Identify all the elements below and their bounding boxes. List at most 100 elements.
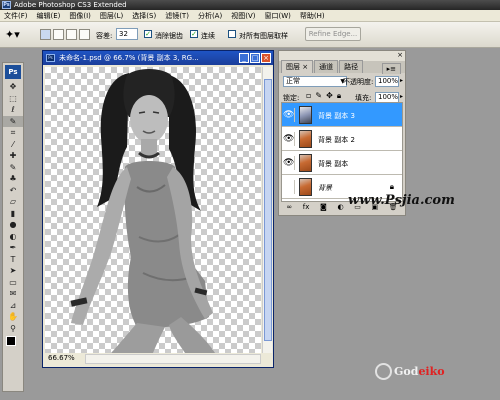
menu-file[interactable]: 文件(F) bbox=[4, 11, 28, 21]
contiguous-checkbox[interactable]: ✓ bbox=[190, 30, 198, 38]
type-icon[interactable]: T bbox=[3, 254, 23, 266]
watermark-text-a: God bbox=[394, 364, 419, 378]
watermark-logo-icon bbox=[375, 362, 392, 380]
menu-layer[interactable]: 图层(L) bbox=[100, 11, 123, 21]
adjustment-icon[interactable]: ◐ bbox=[337, 203, 343, 211]
horizontal-scrollbar[interactable] bbox=[85, 354, 261, 364]
layer-list: 👁︎ 背景 副本 3 👁︎ 背景 副本 2 👁︎ 背景 副本 👁︎ 背景 🔒︎ bbox=[281, 102, 403, 202]
mask-icon[interactable]: ◙ bbox=[320, 203, 327, 211]
blur-icon[interactable]: ● bbox=[3, 219, 23, 231]
layer-row[interactable]: 👁︎ 背景 副本 2 bbox=[282, 127, 402, 151]
minimize-icon[interactable]: _ bbox=[239, 53, 249, 63]
magic-wand-icon[interactable]: ✎ bbox=[3, 115, 23, 127]
path-selection-icon[interactable]: ➤ bbox=[3, 265, 23, 277]
new-selection-mode-button[interactable] bbox=[40, 29, 51, 40]
foreground-color-swatch[interactable] bbox=[6, 336, 16, 346]
contiguous-label: 连续 bbox=[201, 32, 215, 40]
pen-icon[interactable]: ✒ bbox=[3, 242, 23, 254]
menu-filter[interactable]: 滤镜(T) bbox=[165, 11, 189, 21]
color-swatches[interactable] bbox=[3, 334, 23, 354]
menu-help[interactable]: 帮助(H) bbox=[300, 11, 325, 21]
healing-brush-icon[interactable]: ✚ bbox=[3, 150, 23, 162]
godeiko-watermark: God eiko bbox=[375, 360, 445, 382]
menu-window[interactable]: 窗口(W) bbox=[264, 11, 290, 21]
move-icon[interactable]: ✥ bbox=[3, 81, 23, 93]
layer-row[interactable]: 👁︎ 背景 副本 3 bbox=[282, 103, 402, 127]
antialias-label: 消除锯齿 bbox=[155, 32, 183, 40]
dodge-icon[interactable]: ◐ bbox=[3, 231, 23, 243]
fx-icon[interactable]: fx bbox=[303, 203, 310, 211]
lock-position-icon[interactable]: ✥ bbox=[326, 91, 333, 101]
eyedropper-icon[interactable]: ⊿ bbox=[3, 300, 23, 312]
tolerance-input[interactable]: 32 bbox=[116, 28, 138, 40]
layer-name: 背景 副本 3 bbox=[318, 112, 355, 120]
photoshop-logo: Ps bbox=[5, 65, 21, 79]
notes-icon[interactable]: ✉ bbox=[3, 288, 23, 300]
hand-icon[interactable]: ✋ bbox=[3, 311, 23, 323]
link-icon[interactable]: ∞ bbox=[286, 203, 292, 211]
tab-paths[interactable]: 路径 bbox=[339, 60, 364, 73]
crop-icon[interactable]: ⌗ bbox=[3, 127, 23, 139]
magic-wand-icon[interactable]: ✦▾ bbox=[5, 28, 23, 42]
shape-icon[interactable]: ▭ bbox=[3, 277, 23, 289]
layer-row[interactable]: 👁︎ 背景 副本 bbox=[282, 151, 402, 175]
menu-analysis[interactable]: 分析(A) bbox=[198, 11, 222, 21]
visibility-eye-icon[interactable]: 👁︎ bbox=[283, 180, 295, 194]
menu-view[interactable]: 视图(V) bbox=[231, 11, 255, 21]
marquee-icon[interactable]: ⬚ bbox=[3, 93, 23, 105]
document-title-bar[interactable]: Ps 未命名-1.psd @ 66.7% (背景 副本 3, RG... _ □… bbox=[43, 51, 273, 65]
layer-thumbnail bbox=[299, 154, 312, 172]
lasso-icon[interactable]: ℓ bbox=[3, 104, 23, 116]
menu-bar: 文件(F) 编辑(E) 图像(I) 图层(L) 选择(S) 滤镜(T) 分析(A… bbox=[0, 10, 500, 22]
menu-image[interactable]: 图像(I) bbox=[69, 11, 91, 21]
visibility-eye-icon[interactable]: 👁︎ bbox=[283, 132, 295, 146]
vertical-scrollbar[interactable] bbox=[262, 67, 272, 353]
slice-icon[interactable]: ⁄ bbox=[3, 139, 23, 151]
psjia-watermark: www.Psjia.com bbox=[348, 193, 455, 208]
sample-all-layers-label: 对所有图层取样 bbox=[239, 32, 288, 40]
document-window: Ps 未命名-1.psd @ 66.7% (背景 副本 3, RG... _ □… bbox=[42, 50, 274, 368]
tab-layers[interactable]: 图层 × bbox=[281, 60, 314, 73]
lock-pixels-icon[interactable]: ✎ bbox=[315, 91, 322, 101]
lock-all-icon[interactable]: 🔒︎ bbox=[337, 91, 341, 101]
maximize-icon[interactable]: □ bbox=[250, 53, 260, 63]
scroll-thumb[interactable] bbox=[264, 79, 272, 341]
menu-select[interactable]: 选择(S) bbox=[132, 11, 156, 21]
layers-panel: × 图层 × 通道 路径 ▸≡ 正常 ▼ 不透明度: 100% ▸ 锁定: ▫ … bbox=[278, 50, 406, 216]
add-selection-mode-button[interactable] bbox=[53, 29, 64, 40]
layers-panel-tabs: 图层 × 通道 路径 ▸≡ bbox=[279, 60, 405, 74]
tab-channels[interactable]: 通道 bbox=[314, 60, 339, 73]
history-brush-icon[interactable]: ↶ bbox=[3, 185, 23, 197]
clone-stamp-icon[interactable]: ♣ bbox=[3, 173, 23, 185]
sample-all-layers-checkbox[interactable] bbox=[228, 30, 236, 38]
menu-edit[interactable]: 编辑(E) bbox=[37, 11, 61, 21]
opacity-arrow-icon[interactable]: ▸ bbox=[400, 77, 403, 84]
opacity-input[interactable]: 100% bbox=[375, 76, 399, 87]
refine-edge-button[interactable]: Refine Edge... bbox=[305, 27, 361, 41]
blend-mode-select[interactable]: 正常 ▼ bbox=[283, 76, 347, 87]
close-icon[interactable]: × bbox=[261, 53, 271, 63]
lock-options: ▫ ✎ ✥ 🔒︎ bbox=[306, 91, 341, 101]
visibility-eye-icon[interactable]: 👁︎ bbox=[283, 108, 295, 122]
zoom-level[interactable]: 66.67% bbox=[48, 354, 75, 362]
opacity-label: 不透明度: bbox=[343, 78, 374, 86]
layer-thumbnail bbox=[299, 130, 312, 148]
layer-thumbnail bbox=[299, 106, 312, 124]
lock-transparency-icon[interactable]: ▫ bbox=[306, 91, 311, 101]
watermark-text-b: eiko bbox=[418, 364, 445, 378]
gradient-icon[interactable]: ▮ bbox=[3, 208, 23, 220]
options-bar: ✦▾ 容差: 32 ✓ 消除锯齿 ✓ 连续 对所有图层取样 Refine Edg… bbox=[0, 22, 500, 48]
brush-icon[interactable]: ✎ bbox=[3, 162, 23, 174]
image-canvas[interactable] bbox=[45, 67, 261, 353]
app-title: Adobe Photoshop CS3 Extended bbox=[14, 1, 127, 9]
intersect-selection-mode-button[interactable] bbox=[79, 29, 90, 40]
visibility-eye-icon[interactable]: 👁︎ bbox=[283, 156, 295, 170]
fill-arrow-icon[interactable]: ▸ bbox=[400, 93, 403, 100]
tool-list: ✥ ⬚ ℓ ✎ ⌗ ⁄ ✚ ✎ ♣ ↶ ▱ ▮ ● ◐ ✒ T ➤ ▭ ✉ ⊿ ✋ ⚲ bbox=[3, 81, 23, 334]
zoom-icon[interactable]: ⚲ bbox=[3, 323, 23, 335]
eraser-icon[interactable]: ▱ bbox=[3, 196, 23, 208]
antialias-checkbox[interactable]: ✓ bbox=[144, 30, 152, 38]
grayscale-woman-photo bbox=[70, 69, 215, 353]
subtract-selection-mode-button[interactable] bbox=[66, 29, 77, 40]
close-icon[interactable]: × bbox=[397, 52, 403, 59]
